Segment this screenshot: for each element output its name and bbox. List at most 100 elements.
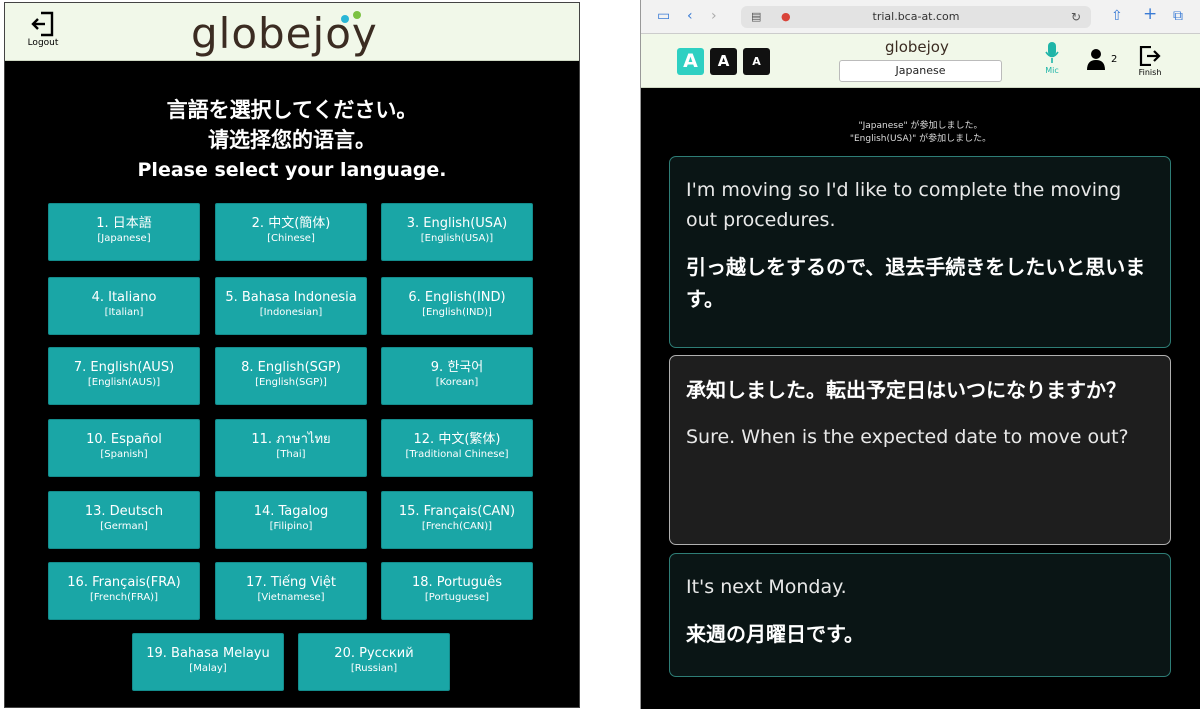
- language-name: 10. Español: [86, 432, 162, 447]
- language-name: 19. Bahasa Melayu: [146, 646, 270, 661]
- forward-icon[interactable]: ›: [711, 8, 717, 24]
- prompt-chinese: 请选择您的语言。: [208, 128, 376, 152]
- language-name: 2. 中文(簡体): [251, 216, 331, 231]
- language-english-name: [German]: [100, 521, 148, 532]
- globejoy-logo: globejoy: [191, 9, 378, 58]
- logout-label: Logout: [27, 38, 59, 48]
- language-button[interactable]: 4. Italiano [Italian]: [48, 277, 200, 335]
- message-bubble: 承知しました。転出予定日はいつになりますか？ Sure. When is the …: [669, 355, 1171, 545]
- english-text: It's next Monday.: [686, 576, 847, 598]
- english-text: Sure. When is the expected date to move …: [686, 426, 1129, 448]
- logout-button[interactable]: Logout: [21, 11, 65, 57]
- person-icon: [1087, 49, 1105, 70]
- language-name: 4. Italiano: [91, 290, 157, 305]
- font-size-small-button[interactable]: A: [743, 48, 770, 75]
- language-button[interactable]: 2. 中文(簡体) [Chinese]: [215, 203, 367, 261]
- language-english-name: [Spanish]: [100, 449, 148, 460]
- language-name: 17. Tiếng Việt: [246, 575, 336, 590]
- language-button[interactable]: 6. English(IND) [English(IND)]: [381, 277, 533, 335]
- message-bubble: I'm moving so I'd like to complete the m…: [669, 156, 1171, 348]
- language-english-name: [French(FRA)]: [90, 592, 158, 603]
- back-icon[interactable]: ‹: [687, 8, 693, 24]
- mic-button[interactable]: Mic: [1041, 42, 1063, 75]
- language-button[interactable]: 3. English(USA) [English(USA)]: [381, 203, 533, 261]
- exit-icon: [1139, 45, 1161, 67]
- font-size-medium-button[interactable]: A: [710, 48, 737, 75]
- language-button[interactable]: 19. Bahasa Melayu [Malay]: [132, 633, 284, 691]
- address-bar[interactable]: ▤ ● trial.bca-at.com ↻: [741, 6, 1091, 28]
- language-english-name: [Italian]: [104, 307, 144, 318]
- language-name: 1. 日本語: [96, 216, 152, 231]
- language-english-name: [Chinese]: [267, 233, 315, 244]
- language-name: 13. Deutsch: [84, 504, 164, 519]
- language-name: 7. English(AUS): [73, 360, 175, 375]
- language-name: 3. English(USA): [406, 216, 508, 231]
- participants-count: 2: [1111, 54, 1118, 65]
- language-button[interactable]: 5. Bahasa Indonesia [Indonesian]: [215, 277, 367, 335]
- language-selector[interactable]: Japanese: [839, 60, 1002, 82]
- join-notice: "English(USA)" が参加しました。: [849, 134, 992, 144]
- logout-icon: [31, 11, 54, 37]
- language-english-name: [Thai]: [276, 449, 306, 460]
- language-button[interactable]: 20. Русский [Russian]: [298, 633, 450, 691]
- language-english-name: [Traditional Chinese]: [405, 449, 509, 460]
- prompt-japanese: 言語を選択してください。: [166, 98, 418, 122]
- language-button[interactable]: 12. 中文(繁体) [Traditional Chinese]: [381, 419, 533, 477]
- font-size-large-button[interactable]: A: [677, 48, 704, 75]
- language-button[interactable]: 11. ภาษาไทย [Thai]: [215, 419, 367, 477]
- language-button[interactable]: 14. Tagalog [Filipino]: [215, 491, 367, 549]
- language-english-name: [English(USA)]: [420, 233, 494, 244]
- mic-icon: [1045, 42, 1059, 63]
- language-name: 9. 한국어: [430, 360, 484, 375]
- app-header: A A A globejoy Japanese Mic 2 Finish: [641, 34, 1200, 88]
- language-button[interactable]: 7. English(AUS) [English(AUS)]: [48, 347, 200, 405]
- language-button[interactable]: 17. Tiếng Việt [Vietnamese]: [215, 562, 367, 620]
- language-button[interactable]: 9. 한국어 [Korean]: [381, 347, 533, 405]
- language-name: 12. 中文(繁体): [413, 432, 501, 447]
- language-english-name: [Vietnamese]: [257, 592, 325, 603]
- tabs-overview-icon[interactable]: ⧉: [1173, 8, 1183, 24]
- message-bubble: It's next Monday. 来週の月曜日です。: [669, 553, 1171, 677]
- language-english-name: [Russian]: [350, 663, 398, 674]
- finish-label: Finish: [1138, 68, 1162, 77]
- language-name: 18. Português: [411, 575, 503, 590]
- japanese-text: 来週の月曜日です。: [686, 622, 864, 646]
- language-english-name: [Indonesian]: [259, 307, 323, 318]
- language-name: 20. Русский: [334, 646, 414, 661]
- language-name: 5. Bahasa Indonesia: [225, 290, 357, 305]
- mic-label: Mic: [1045, 66, 1059, 75]
- logo-dot-icon: [353, 11, 361, 19]
- url-text: trial.bca-at.com: [872, 10, 960, 23]
- language-button[interactable]: 10. Español [Spanish]: [48, 419, 200, 477]
- language-button[interactable]: 1. 日本語 [Japanese]: [48, 203, 200, 261]
- japanese-text: 引っ越しをするので、退去手続きをしたいと思います。: [686, 255, 1146, 311]
- join-notices: "Japanese" が参加しました。 "English(USA)" が参加しま…: [641, 120, 1200, 146]
- language-select-screen: Logout globejoy 言語を選択してください。 请选择您的语言。 Pl…: [4, 2, 580, 708]
- language-english-name: [Malay]: [189, 663, 227, 674]
- sidebar-icon[interactable]: ▭: [657, 8, 670, 24]
- language-english-name: [Japanese]: [97, 233, 151, 244]
- logo-dot-icon: [341, 15, 349, 23]
- language-button[interactable]: 16. Français(FRA) [French(FRA)]: [48, 562, 200, 620]
- language-button[interactable]: 15. Français(CAN) [French(CAN)]: [381, 491, 533, 549]
- reload-icon[interactable]: ↻: [1071, 9, 1081, 25]
- language-name: 11. ภาษาไทย: [251, 432, 331, 447]
- finish-button[interactable]: Finish: [1135, 45, 1165, 77]
- language-button[interactable]: 8. English(SGP) [English(SGP)]: [215, 347, 367, 405]
- browser-toolbar: ▭ ‹ › ▤ ● trial.bca-at.com ↻ ⇧ + ⧉: [641, 0, 1200, 34]
- participants-indicator: 2: [1087, 48, 1123, 72]
- share-icon[interactable]: ⇧: [1111, 8, 1123, 24]
- language-english-name: [Portuguese]: [424, 592, 490, 603]
- language-name: 8. English(SGP): [241, 360, 341, 375]
- language-english-name: [English(IND)]: [422, 307, 492, 318]
- language-english-name: [French(CAN)]: [421, 521, 493, 532]
- new-tab-icon[interactable]: +: [1143, 6, 1157, 23]
- language-english-name: [English(AUS)]: [87, 377, 161, 388]
- language-button[interactable]: 13. Deutsch [German]: [48, 491, 200, 549]
- language-button[interactable]: 18. Português [Portuguese]: [381, 562, 533, 620]
- conversation-screen: ▭ ‹ › ▤ ● trial.bca-at.com ↻ ⇧ + ⧉ A A A…: [640, 0, 1200, 709]
- language-english-name: [Filipino]: [269, 521, 313, 532]
- language-name: 14. Tagalog: [253, 504, 329, 519]
- language-name: 15. Français(CAN): [398, 504, 516, 519]
- globejoy-logo: globejoy: [885, 38, 949, 56]
